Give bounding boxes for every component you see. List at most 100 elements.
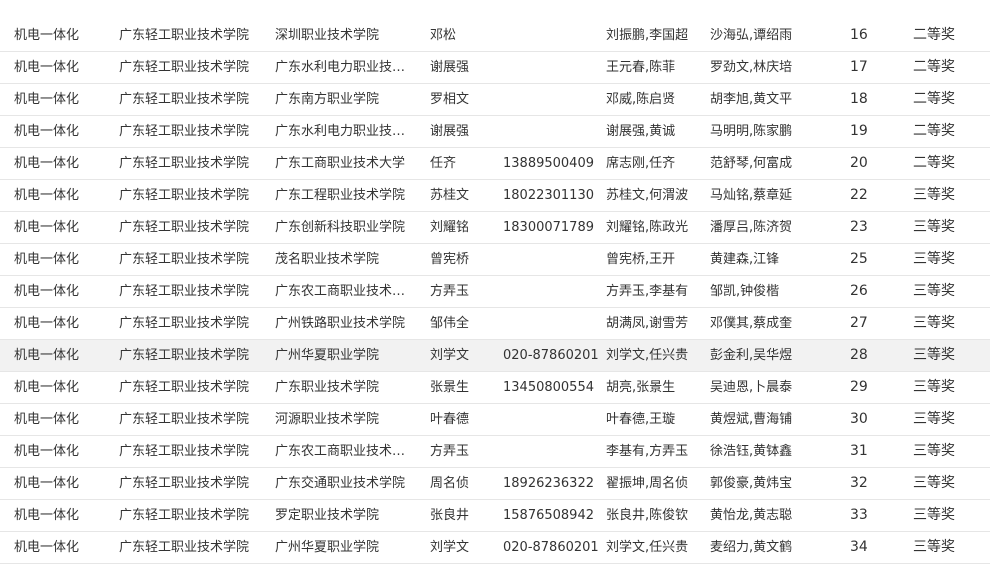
leader-cell: 谢展强 — [430, 60, 470, 75]
students-cell: 徐浩钰,黄钵鑫 — [710, 444, 793, 459]
students-cell: 黄怡龙,黄志聪 — [710, 508, 793, 523]
students-cell: 邹凯,钟俊楷 — [710, 284, 780, 299]
phone-cell: 18022301130 — [503, 188, 594, 203]
rank-cell: 16 — [850, 27, 868, 43]
school-cell: 广东职业技术学院 — [275, 380, 380, 395]
award-cell: 三等奖 — [913, 475, 955, 491]
school-cell: 广东交通职业技术学院 — [275, 476, 406, 491]
leader-cell: 方弄玉 — [430, 284, 470, 299]
students-cell: 胡李旭,黄文平 — [710, 92, 793, 107]
phone-cell: 18300071789 — [503, 220, 594, 235]
phone-cell — [503, 52, 603, 83]
students-cell: 潘厚吕,陈济贺 — [710, 220, 793, 235]
teachers-cell: 刘耀铭,陈政光 — [606, 220, 689, 235]
teachers-cell: 翟振坤,周名侦 — [606, 476, 689, 491]
organizer-cell: 广东轻工职业技术学院 — [119, 60, 250, 75]
table-row: 机电一体化 广东轻工职业技术学院 广东水利电力职业技术... 谢展强 谢展强,黄诚 马明明… — [0, 116, 990, 148]
rank-cell: 26 — [850, 283, 868, 299]
table-row: 机电一体化 广东轻工职业技术学院 茂名职业技术学院 曾宪桥 曾宪桥,王开 黄建森,江锋 25… — [0, 244, 990, 276]
rank-cell: 17 — [850, 59, 868, 75]
table-row: 机电一体化 广东轻工职业技术学院 广东水利电力职业技术... 谢展强 王元春,陈菲 罗劲文… — [0, 52, 990, 84]
organizer-cell: 广东轻工职业技术学院 — [119, 156, 250, 171]
award-cell: 二等奖 — [913, 27, 955, 43]
rank-cell: 25 — [850, 251, 868, 267]
phone-cell — [503, 244, 603, 275]
leader-cell: 周名侦 — [430, 476, 470, 491]
students-cell: 沙海弘,谭绍雨 — [710, 28, 793, 43]
school-cell: 广东水利电力职业技术... — [275, 60, 415, 75]
leader-cell: 刘学文 — [430, 348, 470, 363]
rank-cell: 22 — [850, 187, 868, 203]
phone-cell: 020-87860201 — [503, 540, 599, 555]
students-cell: 黄建森,江锋 — [710, 252, 780, 267]
rank-cell: 34 — [850, 539, 868, 555]
school-cell: 茂名职业技术学院 — [275, 252, 380, 267]
leader-cell: 刘耀铭 — [430, 220, 470, 235]
category-cell: 机电一体化 — [14, 60, 80, 75]
teachers-cell: 苏桂文,何渭波 — [606, 188, 689, 203]
teachers-cell: 胡满凤,谢雪芳 — [606, 316, 689, 331]
category-cell: 机电一体化 — [14, 284, 80, 299]
leader-cell: 张良井 — [430, 508, 470, 523]
results-table: 机电一体化 广东轻工职业技术学院 深圳职业技术学院 邓松 刘振鹏,李国超 沙海弘,谭绍雨 1… — [0, 20, 990, 564]
rank-cell: 32 — [850, 475, 868, 491]
rank-cell: 23 — [850, 219, 868, 235]
table-row: 机电一体化 广东轻工职业技术学院 河源职业技术学院 叶春德 叶春德,王璇 黄煜斌,曹海铺 3… — [0, 404, 990, 436]
school-cell: 广东水利电力职业技术... — [275, 124, 415, 139]
school-cell: 广州华夏职业学院 — [275, 348, 380, 363]
rank-cell: 31 — [850, 443, 868, 459]
table-row: 机电一体化 广东轻工职业技术学院 广东创新科技职业学院 刘耀铭 18300071789 刘… — [0, 212, 990, 244]
phone-cell: 15876508942 — [503, 508, 594, 523]
award-cell: 二等奖 — [913, 155, 955, 171]
school-cell: 广东创新科技职业学院 — [275, 220, 406, 235]
table-row: 机电一体化 广东轻工职业技术学院 广州铁路职业技术学院 邹伟全 胡满凤,谢雪芳 邓僕其,蔡… — [0, 308, 990, 340]
leader-cell: 张景生 — [430, 380, 470, 395]
category-cell: 机电一体化 — [14, 316, 80, 331]
leader-cell: 刘学文 — [430, 540, 470, 555]
award-cell: 三等奖 — [913, 379, 955, 395]
category-cell: 机电一体化 — [14, 28, 80, 43]
award-cell: 三等奖 — [913, 539, 955, 555]
category-cell: 机电一体化 — [14, 380, 80, 395]
organizer-cell: 广东轻工职业技术学院 — [119, 540, 250, 555]
teachers-cell: 张良井,陈俊钦 — [606, 508, 689, 523]
organizer-cell: 广东轻工职业技术学院 — [119, 284, 250, 299]
organizer-cell: 广东轻工职业技术学院 — [119, 316, 250, 331]
organizer-cell: 广东轻工职业技术学院 — [119, 124, 250, 139]
organizer-cell: 广东轻工职业技术学院 — [119, 508, 250, 523]
table-row: 机电一体化 广东轻工职业技术学院 广东工商职业技术大学 任齐 13889500409 席志… — [0, 148, 990, 180]
students-cell: 彭金利,吴华煜 — [710, 348, 793, 363]
teachers-cell: 方弄玉,李基有 — [606, 284, 689, 299]
category-cell: 机电一体化 — [14, 444, 80, 459]
phone-cell — [503, 308, 603, 339]
category-cell: 机电一体化 — [14, 188, 80, 203]
phone-cell: 13889500409 — [503, 156, 594, 171]
rank-cell: 19 — [850, 123, 868, 139]
table-row: 机电一体化 广东轻工职业技术学院 罗定职业技术学院 张良井 15876508942 张良井… — [0, 500, 990, 532]
rank-cell: 27 — [850, 315, 868, 331]
category-cell: 机电一体化 — [14, 508, 80, 523]
rank-cell: 29 — [850, 379, 868, 395]
phone-cell: 13450800554 — [503, 380, 594, 395]
phone-cell — [503, 276, 603, 307]
category-cell: 机电一体化 — [14, 124, 80, 139]
school-cell: 广州华夏职业学院 — [275, 540, 380, 555]
teachers-cell: 叶春德,王璇 — [606, 412, 676, 427]
organizer-cell: 广东轻工职业技术学院 — [119, 380, 250, 395]
category-cell: 机电一体化 — [14, 252, 80, 267]
organizer-cell: 广东轻工职业技术学院 — [119, 28, 250, 43]
category-cell: 机电一体化 — [14, 540, 80, 555]
category-cell: 机电一体化 — [14, 412, 80, 427]
phone-cell — [503, 116, 603, 147]
award-cell: 二等奖 — [913, 91, 955, 107]
organizer-cell: 广东轻工职业技术学院 — [119, 476, 250, 491]
organizer-cell: 广东轻工职业技术学院 — [119, 348, 250, 363]
award-cell: 三等奖 — [913, 411, 955, 427]
organizer-cell: 广东轻工职业技术学院 — [119, 412, 250, 427]
teachers-cell: 刘振鹏,李国超 — [606, 28, 689, 43]
teachers-cell: 曾宪桥,王开 — [606, 252, 676, 267]
school-cell: 广东南方职业学院 — [275, 92, 380, 107]
rank-cell: 28 — [850, 347, 868, 363]
leader-cell: 邹伟全 — [430, 316, 470, 331]
phone-cell — [503, 436, 603, 467]
